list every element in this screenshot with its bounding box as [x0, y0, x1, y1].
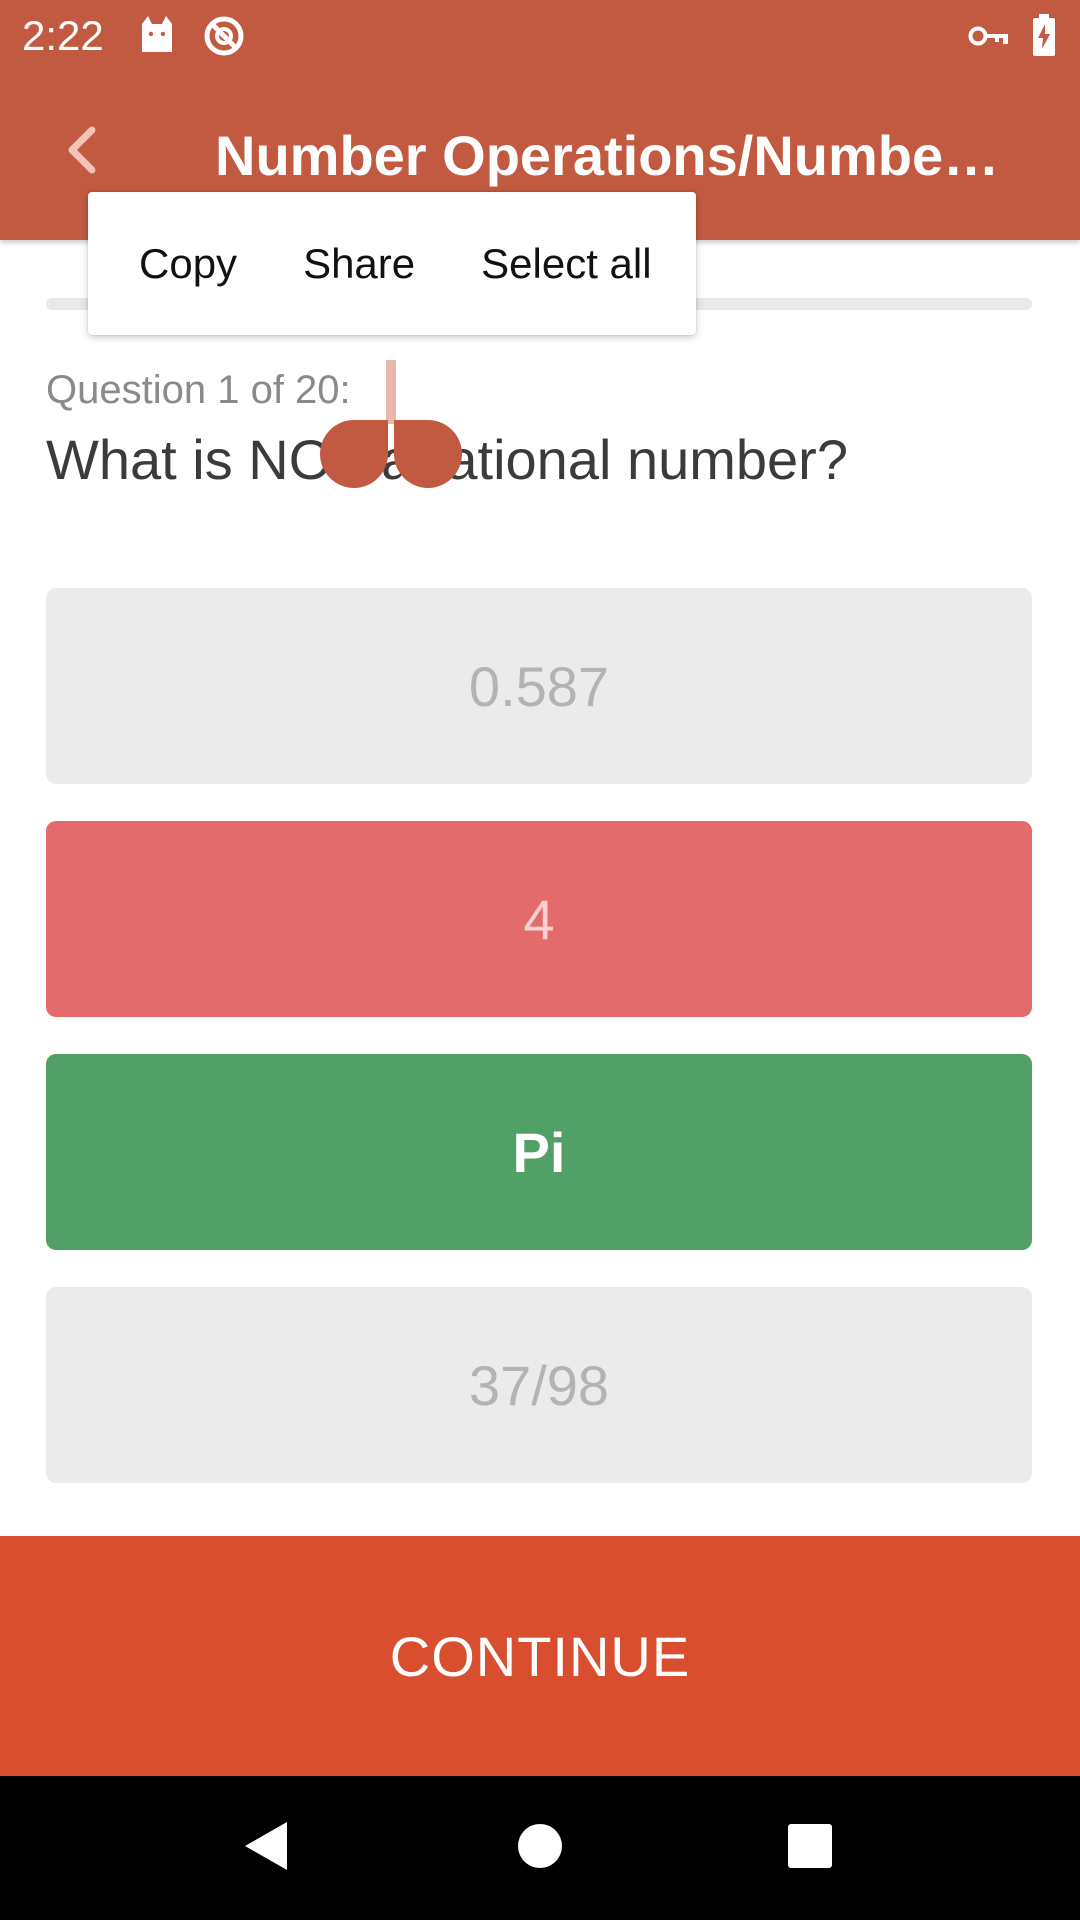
- answer-label: 4: [523, 887, 555, 951]
- continue-button[interactable]: CONTINUE: [0, 1536, 1080, 1776]
- answer-option-3[interactable]: Pi: [46, 1054, 1032, 1250]
- system-nav-bar: [0, 1776, 1080, 1920]
- answer-option-2[interactable]: 4: [46, 821, 1032, 1017]
- do-not-disturb-icon: [202, 14, 246, 63]
- text-cursor: [386, 360, 396, 424]
- answer-option-1[interactable]: 0.587: [46, 588, 1032, 784]
- answer-label: 37/98: [468, 1353, 610, 1417]
- answer-option-4[interactable]: 37/98: [46, 1287, 1032, 1483]
- text-selection-menu: Copy Share Select all: [88, 192, 696, 335]
- question-counter: Question 1 of 20:: [46, 368, 351, 412]
- quiz-screen: 2:22 Number Operations/Number S Question…: [0, 0, 1080, 1920]
- continue-label: CONTINUE: [389, 1624, 691, 1688]
- menu-item-copy[interactable]: Copy: [88, 192, 270, 335]
- menu-item-share[interactable]: Share: [270, 192, 448, 335]
- battery-charging-icon: [1032, 14, 1056, 61]
- home-circle-icon: [517, 1823, 563, 1874]
- selection-handle-left[interactable]: [320, 420, 388, 493]
- answer-label: 0.587: [468, 654, 610, 718]
- vpn-key-icon: [968, 22, 1010, 55]
- selection-handle-right[interactable]: [394, 420, 462, 493]
- nav-home-button[interactable]: [490, 1798, 590, 1898]
- nav-back-button[interactable]: [216, 1798, 316, 1898]
- menu-item-select-all[interactable]: Select all: [448, 192, 684, 335]
- back-button[interactable]: [46, 116, 118, 188]
- answer-label: Pi: [512, 1120, 566, 1184]
- nav-recents-button[interactable]: [760, 1798, 860, 1898]
- recents-square-icon: [787, 1823, 833, 1874]
- cat-icon: [136, 14, 178, 61]
- page-title: Number Operations/Number Sense: [215, 124, 1015, 187]
- back-triangle-icon: [241, 1819, 291, 1878]
- chevron-left-icon: [62, 126, 102, 179]
- status-bar: 2:22: [0, 0, 1080, 72]
- status-time: 2:22: [22, 12, 104, 59]
